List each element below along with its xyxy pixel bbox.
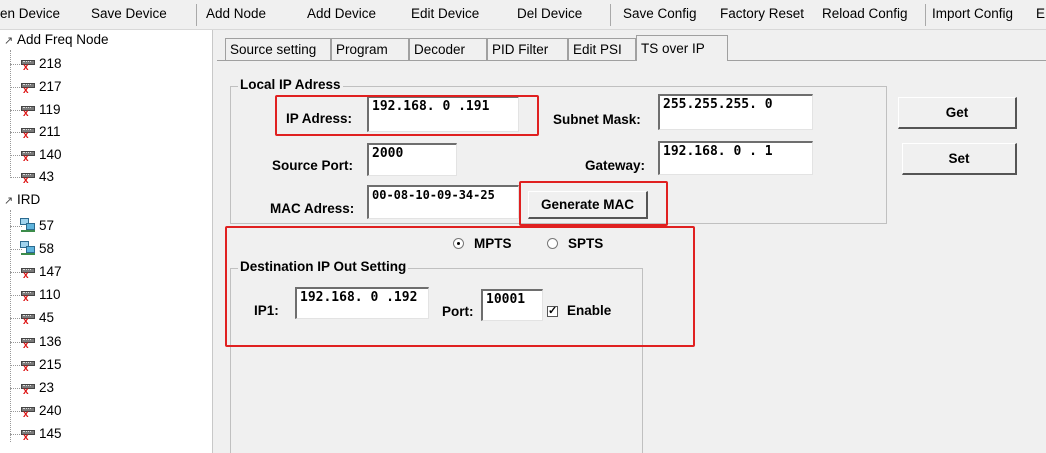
tree-item-device[interactable]: x 119 [20, 100, 61, 120]
menu-separator [196, 4, 197, 26]
port-label: Port: [442, 304, 474, 319]
tree-item-device[interactable]: x 136 [20, 332, 62, 352]
tree-item-device[interactable]: x 140 [20, 145, 62, 165]
menu-save-config[interactable]: Save Config [623, 6, 697, 21]
ip-address-field[interactable]: 192.168. 0 .191 [367, 96, 519, 132]
tab-edit-psi[interactable]: Edit PSI [568, 38, 636, 60]
tree-item-device[interactable]: x 110 [20, 285, 61, 305]
mac-address-field[interactable]: 00-08-10-09-34-25 [367, 185, 519, 219]
tree-item-device[interactable]: x 218 [20, 54, 62, 74]
tree-group-ird[interactable]: ↗ IRD [4, 192, 40, 207]
device-icon: x [20, 124, 36, 141]
generate-mac-button[interactable]: Generate MAC [528, 191, 648, 219]
device-icon: x [20, 56, 36, 73]
tree-item-device[interactable]: x 43 [20, 167, 54, 187]
menu-open-device[interactable]: en Device [0, 6, 60, 21]
radio-selected-icon [453, 238, 464, 249]
enable-checkbox[interactable]: ✓ [547, 306, 558, 317]
menu-edit-device[interactable]: Edit Device [411, 6, 479, 21]
tree-item-device[interactable]: x 145 [20, 424, 62, 444]
menu-separator [610, 4, 611, 26]
menu-truncated[interactable]: E [1036, 6, 1045, 21]
node-icon: ↗ [4, 35, 14, 47]
get-button[interactable]: Get [898, 97, 1017, 129]
device-icon: x [20, 264, 36, 281]
tree-item-device[interactable]: x 215 [20, 355, 62, 375]
device-icon: x [20, 357, 36, 374]
ip-address-label: IP Adress: [286, 111, 353, 126]
destination-ip-group-title: Destination IP Out Setting [238, 259, 409, 274]
ird-device-icon [20, 218, 36, 233]
device-icon: x [20, 147, 36, 164]
mac-address-label: MAC Adress: [270, 201, 355, 216]
menu-reload-config[interactable]: Reload Config [822, 6, 908, 21]
tab-decoder[interactable]: Decoder [409, 38, 487, 60]
local-ip-group-title: Local IP Adress [238, 77, 343, 92]
device-icon: x [20, 403, 36, 420]
mpts-radio[interactable]: MPTS [453, 236, 512, 251]
tree-item-device[interactable]: x 23 [20, 378, 54, 398]
tree-line [10, 210, 11, 442]
tree-item-device[interactable]: x 240 [20, 401, 62, 421]
tree-item-device[interactable]: x 211 [20, 122, 61, 142]
tree-item-device[interactable]: x 217 [20, 77, 62, 97]
menu-add-node[interactable]: Add Node [206, 6, 266, 21]
tree-group-label: Add Freq Node [17, 32, 109, 47]
source-port-field[interactable]: 2000 [367, 143, 457, 176]
tree-group-freq-node[interactable]: ↗ Add Freq Node [4, 32, 109, 47]
device-icon: x [20, 310, 36, 327]
menu-add-device[interactable]: Add Device [307, 6, 376, 21]
tree-item-device[interactable]: x 45 [20, 308, 54, 328]
device-icon: x [20, 169, 36, 186]
node-icon: ↗ [4, 195, 14, 207]
set-button[interactable]: Set [902, 143, 1017, 175]
gateway-field[interactable]: 192.168. 0 . 1 [658, 141, 813, 175]
tree-item-ird-selected[interactable]: 58 [20, 239, 55, 259]
port-field[interactable]: 10001 [481, 289, 543, 321]
ird-device-icon [20, 241, 36, 256]
ip1-label: IP1: [254, 303, 279, 318]
destination-ip-group [230, 268, 643, 453]
tab-pid-filter[interactable]: PID Filter [487, 38, 568, 60]
subnet-mask-label: Subnet Mask: [553, 112, 641, 127]
tree-item-ird[interactable]: 57 [20, 216, 54, 236]
device-icon: x [20, 426, 36, 443]
device-icon: x [20, 380, 36, 397]
menu-bar: en Device Save Device Add Node Add Devic… [0, 0, 1046, 30]
device-icon: x [20, 287, 36, 304]
menu-import-config[interactable]: Import Config [932, 6, 1013, 21]
device-icon: x [20, 334, 36, 351]
menu-separator [925, 4, 926, 26]
device-tree: ↗ Add Freq Node x 218 x 217 x 119 x 211 x 140 … [0, 30, 213, 453]
radio-unselected-icon [547, 238, 558, 249]
device-icon: x [20, 102, 36, 119]
menu-del-device[interactable]: Del Device [517, 6, 582, 21]
spts-radio[interactable]: SPTS [547, 236, 603, 251]
tree-group-label: IRD [17, 192, 41, 207]
menu-factory-reset[interactable]: Factory Reset [720, 6, 804, 21]
subnet-mask-field[interactable]: 255.255.255. 0 [658, 94, 813, 130]
tab-ts-over-ip[interactable]: TS over IP [636, 35, 728, 61]
source-port-label: Source Port: [272, 158, 354, 173]
tab-program[interactable]: Program [331, 38, 409, 60]
device-icon: x [20, 79, 36, 96]
ip1-field[interactable]: 192.168. 0 .192 [295, 287, 429, 319]
tree-item-device[interactable]: x 147 [20, 262, 62, 282]
enable-label: Enable [567, 303, 612, 318]
tab-source-setting[interactable]: Source setting [225, 38, 331, 60]
tree-line [10, 50, 11, 176]
menu-save-device[interactable]: Save Device [91, 6, 167, 21]
gateway-label: Gateway: [585, 158, 646, 173]
